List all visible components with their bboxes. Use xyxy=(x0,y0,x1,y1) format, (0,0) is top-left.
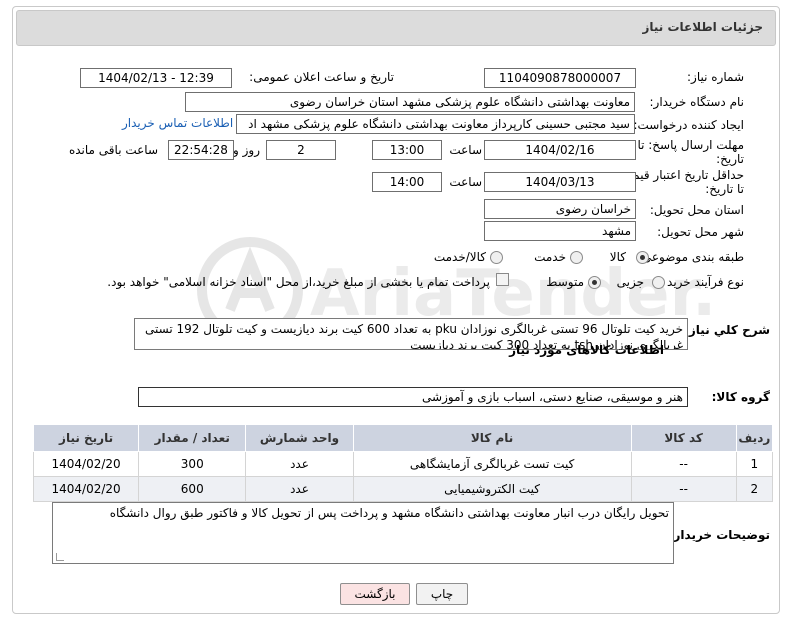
process-medium-radio[interactable] xyxy=(588,276,601,289)
page-title: جزئیات اطلاعات نیاز xyxy=(642,20,763,34)
category-service-label: خدمت xyxy=(534,250,566,264)
remaining-label: ساعت باقی مانده xyxy=(68,143,158,157)
table-header: واحد شمارش xyxy=(245,424,354,452)
goods-section-title: اطلاعات کالاهای مورد نیاز xyxy=(509,343,664,357)
buyer-contact-link[interactable]: اطلاعات تماس خریدار xyxy=(122,116,233,130)
announce-field[interactable]: 1404/02/13 - 12:39 xyxy=(80,68,232,88)
table-header: تاریخ نیاز xyxy=(32,424,140,452)
need-number-label: شماره نیاز: xyxy=(687,70,744,84)
buyer-org-field[interactable]: معاونت بهداشتی دانشگاه علوم پزشکی مشهد ا… xyxy=(185,92,635,112)
need-number-field[interactable]: 1104090878000007 xyxy=(484,68,636,88)
buyer-org-label: نام دستگاه خریدار: xyxy=(649,95,745,109)
buyer-notes-textarea[interactable]: تحویل رایگان درب انبار معاونت بهداشتی دا… xyxy=(52,502,674,564)
resize-grip-icon[interactable] xyxy=(56,553,64,561)
category-goods-radio[interactable] xyxy=(636,251,649,264)
cell-unit: عدد xyxy=(245,476,354,502)
city-label: شهر محل تحویل: xyxy=(657,225,744,239)
table-row[interactable]: 1404/02/20 600 عدد کیت الکتروشیمیایی -- … xyxy=(32,476,774,502)
cell-unit: عدد xyxy=(245,451,354,477)
print-button[interactable]: چاپ xyxy=(416,583,468,605)
deadline-time-label: ساعت xyxy=(449,143,482,157)
days-label: روز و xyxy=(233,143,260,157)
process-medium-label: متوسط xyxy=(546,275,584,289)
category-goods-label: کالا xyxy=(609,250,626,264)
category-label: طبقه بندی موضوعی: xyxy=(637,250,744,264)
table-header: کد کالا xyxy=(630,424,737,452)
cell-goods-code: -- xyxy=(630,476,737,502)
cell-quantity: 300 xyxy=(138,451,247,477)
process-minor-label: جزیی xyxy=(616,275,644,289)
requester-label: ایجاد کننده درخواست: xyxy=(633,118,744,132)
goods-group-field[interactable]: هنر و موسیقی، صنایع دستی، اسباب بازی و آ… xyxy=(138,387,688,407)
category-both-radio[interactable] xyxy=(490,251,503,264)
cell-quantity: 600 xyxy=(138,476,247,502)
deadline-label: مهلت ارسال پاسخ: تا تاریخ: xyxy=(637,138,744,166)
treasury-note: پرداخت تمام یا بخشی از مبلغ خرید،از محل … xyxy=(107,275,490,289)
back-button[interactable]: بازگشت xyxy=(340,583,410,605)
requester-field[interactable]: سید مجتبی حسینی کارپرداز معاونت بهداشتی … xyxy=(236,114,635,134)
table-row[interactable]: 1404/02/20 300 عدد کیت تست غربالگری آزما… xyxy=(32,451,774,477)
cell-need-date: 1404/02/20 xyxy=(32,451,140,477)
remaining-time-field[interactable]: 22:54:28 xyxy=(168,140,234,160)
buyer-notes-text: تحویل رایگان درب انبار معاونت بهداشتی دا… xyxy=(109,506,669,520)
table-header: نام کالا xyxy=(352,424,632,452)
validity-date-field[interactable]: 1404/03/13 xyxy=(484,172,636,192)
treasury-checkbox[interactable] xyxy=(496,273,509,286)
process-label: نوع فرآیند خرید : xyxy=(659,275,744,289)
cell-row-number: 1 xyxy=(735,451,774,477)
goods-table: تاریخ نیاز تعداد / مقدار واحد شمارش نام … xyxy=(32,424,774,502)
province-field[interactable]: خراسان رضوی xyxy=(484,199,636,219)
cell-row-number: 2 xyxy=(735,476,774,502)
cell-goods-name: کیت الکتروشیمیایی xyxy=(352,476,632,502)
table-header: تعداد / مقدار xyxy=(138,424,247,452)
days-field[interactable]: 2 xyxy=(266,140,336,160)
cell-goods-code: -- xyxy=(630,451,737,477)
process-minor-radio[interactable] xyxy=(652,276,665,289)
category-both-label: کالا/خدمت xyxy=(433,250,486,264)
description-label: شرح کلي نياز: xyxy=(684,323,770,337)
deadline-date-field[interactable]: 1404/02/16 xyxy=(484,140,636,160)
province-label: استان محل تحویل: xyxy=(649,203,744,217)
table-header: ردیف xyxy=(735,424,774,452)
validity-time-field[interactable]: 14:00 xyxy=(372,172,442,192)
deadline-time-field[interactable]: 13:00 xyxy=(372,140,442,160)
cell-goods-name: کیت تست غربالگری آزمایشگاهی xyxy=(352,451,632,477)
page-header: جزئیات اطلاعات نیاز xyxy=(16,10,776,46)
cell-need-date: 1404/02/20 xyxy=(32,476,140,502)
goods-group-label: گروه کالا: xyxy=(711,390,770,404)
category-service-radio[interactable] xyxy=(570,251,583,264)
city-field[interactable]: مشهد xyxy=(484,221,636,241)
buyer-notes-label: توضیحات خریدار: xyxy=(668,528,770,542)
announce-label: تاریخ و ساعت اعلان عمومی: xyxy=(249,70,394,84)
validity-time-label: ساعت xyxy=(449,175,482,189)
